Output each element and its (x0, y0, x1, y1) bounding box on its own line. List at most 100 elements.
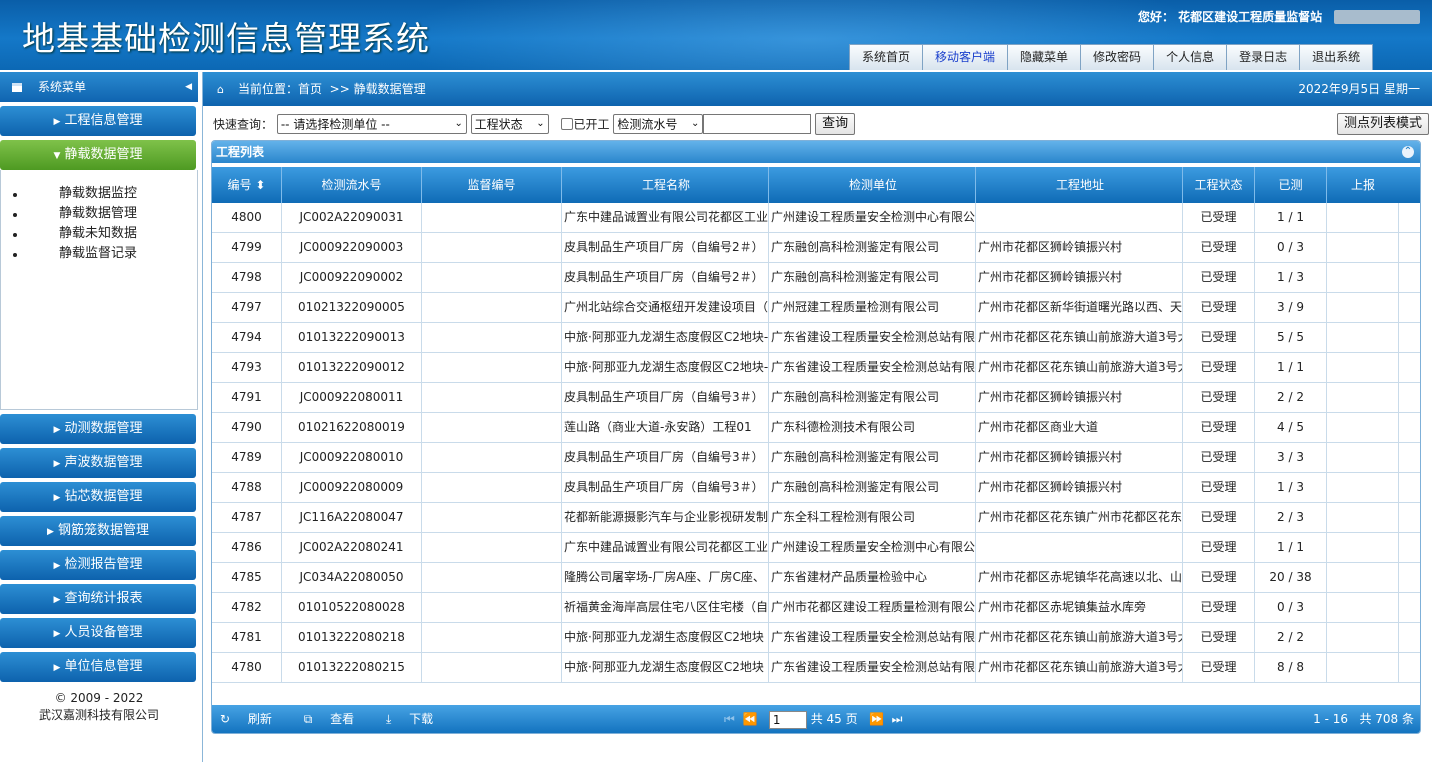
col-header-address[interactable]: 工程地址 (976, 167, 1183, 203)
table-row[interactable]: 4798 JC000922090002 皮具制品生产项目厂房（自编号2＃） 广东融创高… (212, 263, 1420, 293)
table-cell-unit: 广东省建材产品质量检验中心 (769, 563, 976, 592)
table-row[interactable]: 4791 JC000922080011 皮具制品生产项目厂房（自编号3＃） 广东融创高… (212, 383, 1420, 413)
table-cell-id: 4785 (212, 563, 282, 592)
table-cell-reported (1327, 503, 1399, 532)
menu-static-load[interactable]: ▼ 静载数据管理 (0, 140, 196, 170)
table-row[interactable]: 4790 01021622080019 莲山路（商业大道-永安路）工程01 广东科德检… (212, 413, 1420, 443)
table-cell-reported (1327, 623, 1399, 652)
table-cell-id: 4786 (212, 533, 282, 562)
menu-dynamic-test[interactable]: ▶ 动测数据管理 (0, 414, 196, 444)
view-button[interactable]: ⧉ 查看 (304, 712, 368, 726)
table-cell-serial: 01013222080215 (282, 653, 422, 682)
table-row[interactable]: 4794 01013222090013 中旅·阿那亚九龙湖生态度假区C2地块- 广东省… (212, 323, 1420, 353)
view-icon: ⧉ (303, 712, 313, 726)
table-row[interactable]: 4786 JC002A22080241 广东中建品诚置业有限公司花都区工业 广州建设工… (212, 533, 1420, 563)
table-cell-id: 4799 (212, 233, 282, 262)
table-cell-status: 已受理 (1183, 323, 1255, 352)
nav-change-password-button[interactable]: 修改密码 (1080, 44, 1155, 70)
col-header-status[interactable]: 工程状态 (1183, 167, 1255, 203)
table-cell-addr (976, 203, 1183, 232)
table-cell-status: 已受理 (1183, 503, 1255, 532)
table-row[interactable]: 4787 JC116A22080047 花都新能源摄影汽车与企业影视研发制 广东全科工… (212, 503, 1420, 533)
menu-rebar-cage[interactable]: ▶ 钢筋笼数据管理 (0, 516, 196, 546)
nav-logout-button[interactable]: 退出系统 (1299, 44, 1374, 70)
table-row[interactable]: 4781 01013222080218 中旅·阿那亚九龙湖生态度假区C2地块 广东省建… (212, 623, 1420, 653)
table-cell-status: 已受理 (1183, 653, 1255, 682)
top-nav: 系统首页 移动客户端 隐藏菜单 修改密码 个人信息 登录日志 退出系统 (849, 44, 1374, 70)
project-status-select[interactable]: 工程状态 ⌄ (470, 114, 549, 134)
table-cell-name: 广州北站综合交通枢纽开发建设项目（ (562, 293, 769, 322)
table-cell-reported (1327, 293, 1399, 322)
next-page-icon[interactable]: ⏩ (869, 712, 884, 726)
first-page-icon[interactable]: ⏮ (724, 712, 735, 726)
table-row[interactable]: 4797 01021322090005 广州北站综合交通枢纽开发建设项目（ 广州冠建工… (212, 293, 1420, 323)
submenu-static-manage[interactable]: 静载数据管理 (1, 204, 197, 224)
download-button[interactable]: ⤓ 下载 (386, 712, 447, 726)
table-row[interactable]: 4788 JC000922080009 皮具制品生产项目厂房（自编号3＃） 广东融创高… (212, 473, 1420, 503)
table-row[interactable]: 4789 JC000922080010 皮具制品生产项目厂房（自编号3＃） 广东融创高… (212, 443, 1420, 473)
last-page-icon[interactable]: ⏭ (892, 712, 903, 726)
col-header-tested[interactable]: 已测 (1255, 167, 1327, 203)
col-header-id[interactable]: 编号 ⬍ (212, 167, 282, 203)
collapse-sidebar-icon[interactable]: ◀ (185, 72, 192, 102)
table-row[interactable]: 4785 JC034A22080050 隆腾公司屠宰场-厂房A座、厂房C座、 广东省建… (212, 563, 1420, 593)
serial-field-select[interactable]: 检测流水号 ⌄ (613, 114, 704, 134)
nav-home-button[interactable]: 系统首页 (849, 44, 924, 70)
col-header-serial[interactable]: 检测流水号 (282, 167, 422, 203)
table-cell-unit: 广东融创高科检测鉴定有限公司 (769, 383, 976, 412)
point-list-mode-button[interactable]: 测点列表模式 (1336, 113, 1429, 135)
search-input[interactable] (703, 114, 812, 134)
table-cell-addr: 广州市花都区花东镇山前旅游大道3号大 (976, 653, 1183, 682)
table-cell-addr: 广州市花都区狮岭镇振兴村 (976, 383, 1183, 412)
col-header-test-unit[interactable]: 检测单位 (769, 167, 976, 203)
current-date: 2022年9月5日 星期一 (1298, 82, 1420, 96)
table-row[interactable]: 4799 JC000922090003 皮具制品生产项目厂房（自编号2＃） 广东融创高… (212, 233, 1420, 263)
table-cell-sup (422, 413, 562, 442)
nav-profile-button[interactable]: 个人信息 (1153, 44, 1228, 70)
table-cell-name: 花都新能源摄影汽车与企业影视研发制 (562, 503, 769, 532)
table-row[interactable]: 4793 01013222090012 中旅·阿那亚九龙湖生态度假区C2地块- 广东省… (212, 353, 1420, 383)
table-cell-addr: 广州市花都区花东镇山前旅游大道3号大 (976, 323, 1183, 352)
table-cell-unit: 广东融创高科检测鉴定有限公司 (769, 473, 976, 502)
table-cell-addr: 广州市花都区花东镇山前旅游大道3号大 (976, 353, 1183, 382)
submenu-static-supervision[interactable]: 静载监督记录 (1, 244, 197, 264)
started-checkbox[interactable] (560, 118, 573, 130)
table-row[interactable]: 4782 01010522080028 祈福黄金海岸高层住宅八区住宅楼（自 广州市花都… (212, 593, 1420, 623)
table-row[interactable]: 4800 JC002A22090031 广东中建品诚置业有限公司花都区工业 广州建设工… (212, 203, 1420, 233)
project-list-panel: 工程列表 ⌃ 编号 ⬍ 检测流水号 监督编号 工程名称 检测单位 工程地址 工程… (211, 140, 1421, 734)
sort-icon: ⬍ (255, 178, 266, 192)
col-header-reported[interactable]: 上报 (1327, 167, 1399, 203)
page-number-input[interactable]: 1 (768, 710, 807, 729)
prev-page-icon[interactable]: ⏪ (742, 712, 757, 726)
refresh-button[interactable]: ↻ 刷新 (220, 712, 286, 726)
table-cell-serial: JC116A22080047 (282, 503, 422, 532)
chevron-down-icon: ⌄ (536, 118, 545, 129)
menu-query-stats[interactable]: ▶ 查询统计报表 (0, 584, 196, 614)
table-cell-name: 莲山路（商业大道-永安路）工程01 (562, 413, 769, 442)
search-button[interactable]: 查询 (815, 113, 856, 135)
submenu-static-unknown[interactable]: 静载未知数据 (1, 224, 197, 244)
table-cell-sup (422, 473, 562, 502)
nav-mobile-client-button[interactable]: 移动客户端 (922, 44, 1009, 70)
menu-unit-info[interactable]: ▶ 单位信息管理 (0, 652, 196, 682)
table-cell-id: 4782 (212, 593, 282, 622)
nav-hide-menu-button[interactable]: 隐藏菜单 (1007, 44, 1082, 70)
test-unit-select[interactable]: -- 请选择检测单位 -- ⌄ (276, 114, 467, 134)
refresh-icon: ↻ (220, 712, 231, 726)
table-row[interactable]: 4780 01013222080215 中旅·阿那亚九龙湖生态度假区C2地块 广东省建… (212, 653, 1420, 683)
table-cell-sup (422, 263, 562, 292)
menu-core-drilling[interactable]: ▶ 钻芯数据管理 (0, 482, 196, 512)
collapse-icon[interactable]: ⌃ (1402, 146, 1414, 158)
menu-test-report[interactable]: ▶ 检测报告管理 (0, 550, 196, 580)
menu-sonic-test[interactable]: ▶ 声波数据管理 (0, 448, 196, 478)
col-header-project-name[interactable]: 工程名称 (562, 167, 769, 203)
nav-login-log-button[interactable]: 登录日志 (1226, 44, 1301, 70)
menu-project-info[interactable]: ▶ 工程信息管理 (0, 106, 196, 136)
table-cell-status: 已受理 (1183, 443, 1255, 472)
submenu-static-monitor[interactable]: 静载数据监控 (1, 184, 197, 204)
menu-personnel-equipment[interactable]: ▶ 人员设备管理 (0, 618, 196, 648)
table-cell-done: 1 / 3 (1255, 473, 1327, 502)
table-cell-id: 4791 (212, 383, 282, 412)
table-cell-serial: 01013222090013 (282, 323, 422, 352)
col-header-supervision[interactable]: 监督编号 (422, 167, 562, 203)
